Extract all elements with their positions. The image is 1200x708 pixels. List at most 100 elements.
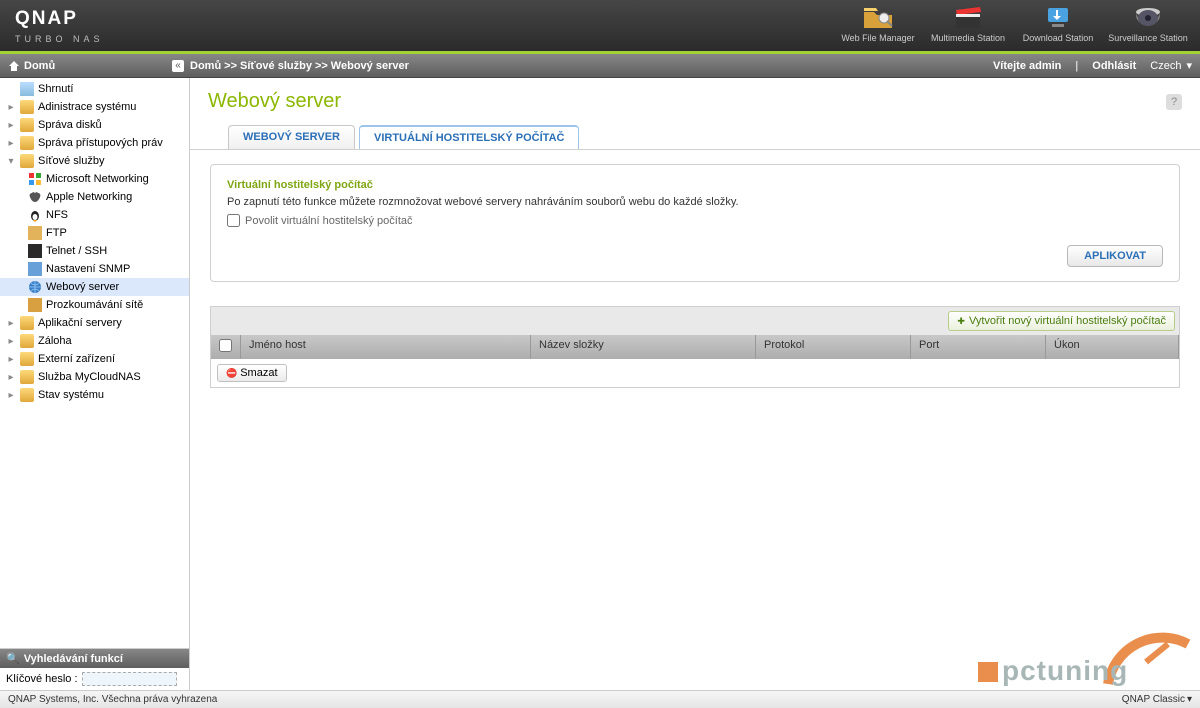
folder-open-icon (20, 154, 34, 168)
app-download[interactable]: Download Station (1014, 4, 1102, 43)
tab-virtual-host[interactable]: VIRTUÁLNÍ HOSTITELSKÝ POČÍTAČ (359, 125, 579, 149)
theme-label: QNAP Classic (1122, 694, 1185, 705)
vhost-table: Vytvořit nový virtuální hostitelský počí… (210, 306, 1180, 388)
watermark-logo: pctuning (958, 614, 1198, 694)
sidebar-item-access-rights[interactable]: ▸Správa přístupových práv (0, 134, 189, 152)
sidebar-item-disk-mgmt[interactable]: ▸Správa disků (0, 116, 189, 134)
sidebar-item-snmp[interactable]: Nastavení SNMP (0, 260, 189, 278)
language-label: Czech (1150, 60, 1181, 72)
folder-icon (20, 334, 34, 348)
brand-text: QNAP (15, 8, 104, 30)
sidebar-item-label: Shrnutí (38, 83, 73, 95)
breadcrumb-bar: Domů « Domů >> Síťové služby >> Webový s… (0, 54, 1200, 78)
folder-icon (20, 352, 34, 366)
logout-button[interactable]: Odhlásit (1092, 60, 1136, 72)
folder-icon (20, 370, 34, 384)
search-title: 🔍 Vyhledávání funkcí (0, 649, 189, 668)
enable-virtual-host-checkbox[interactable] (227, 214, 240, 227)
sidebar-item-apple-networking[interactable]: Apple Networking (0, 188, 189, 206)
sidebar-item-summary[interactable]: Shrnutí (0, 80, 189, 98)
svg-text:pctuning: pctuning (1002, 655, 1128, 686)
checkbox-label: Povolit virtuální hostitelský počítač (245, 215, 413, 227)
sidebar-item-external-devices[interactable]: ▸Externí zařízení (0, 350, 189, 368)
ftp-icon (28, 226, 42, 240)
sidebar-item-system-status[interactable]: ▸Stav systému (0, 386, 189, 404)
sidebar-item-label: Aplikační servery (38, 317, 122, 329)
app-surveillance[interactable]: Surveillance Station (1104, 4, 1192, 43)
sidebar-item-mycloudnas[interactable]: ▸Služba MyCloudNAS (0, 368, 189, 386)
app-label: Surveillance Station (1108, 33, 1188, 43)
select-all-checkbox[interactable] (219, 339, 232, 352)
page-title: Webový server (208, 90, 341, 113)
welcome-text: Vítejte admin (993, 60, 1061, 72)
sidebar-item-telnet-ssh[interactable]: Telnet / SSH (0, 242, 189, 260)
chevron-down-icon: ▾ (1186, 59, 1192, 72)
crumb-webserver[interactable]: Webový server (331, 60, 409, 72)
search-input[interactable] (82, 672, 177, 686)
sidebar-item-label: Stav systému (38, 389, 104, 401)
globe-icon (28, 280, 42, 294)
create-label: Vytvořit nový virtuální hostitelský počí… (969, 315, 1166, 327)
folder-icon (20, 100, 34, 114)
theme-selector[interactable]: QNAP Classic ▾ (1122, 694, 1192, 705)
panel-description: Po zapnutí této funkce můžete rozmnožova… (227, 196, 1163, 208)
create-vhost-button[interactable]: Vytvořit nový virtuální hostitelský počí… (948, 311, 1175, 331)
apple-icon (28, 190, 42, 204)
crumb-sep: >> (224, 60, 237, 72)
col-folder[interactable]: Název složky (531, 335, 756, 359)
folder-icon (20, 316, 34, 330)
sidebar-item-backup[interactable]: ▸Záloha (0, 332, 189, 350)
list-icon (20, 82, 34, 96)
search-icon: 🔍 (6, 652, 20, 665)
sidebar-item-label: Externí zařízení (38, 353, 115, 365)
search-label: Klíčové heslo : (6, 673, 78, 685)
sidebar-item-system-admin[interactable]: ▸Adinistrace systému (0, 98, 189, 116)
crumb-home[interactable]: Domů (190, 60, 221, 72)
brand-subtitle: TURBO NAS (15, 34, 104, 44)
search-panel: 🔍 Vyhledávání funkcí Klíčové heslo : (0, 648, 189, 690)
app-label: Multimedia Station (931, 33, 1005, 43)
app-web-file-manager[interactable]: Web File Manager (834, 4, 922, 43)
col-host[interactable]: Jméno host (241, 335, 531, 359)
sidebar-item-network-services[interactable]: ▾Síťové služby (0, 152, 189, 170)
sidebar-item-web-server[interactable]: Webový server (0, 278, 189, 296)
sidebar-item-label: Webový server (46, 281, 119, 293)
copyright: QNAP Systems, Inc. Všechna práva vyhraze… (8, 694, 217, 705)
app-multimedia[interactable]: Multimedia Station (924, 4, 1012, 43)
crumb-sep: >> (315, 60, 328, 72)
nav-tree: Shrnutí ▸Adinistrace systému ▸Správa dis… (0, 78, 189, 648)
app-label: Web File Manager (841, 33, 914, 43)
sidebar-item-ftp[interactable]: FTP (0, 224, 189, 242)
sidebar-item-app-servers[interactable]: ▸Aplikační servery (0, 314, 189, 332)
language-dropdown[interactable]: Czech ▾ (1150, 59, 1192, 72)
col-action[interactable]: Úkon (1046, 335, 1179, 359)
help-button[interactable]: ? (1166, 94, 1182, 110)
delete-button[interactable]: Smazat (217, 364, 287, 382)
sidebar-item-label: Služba MyCloudNAS (38, 371, 141, 383)
folder-search-icon (862, 4, 894, 30)
col-protocol[interactable]: Protokol (756, 335, 911, 359)
sidebar-item-label: NFS (46, 209, 68, 221)
folder-icon (20, 388, 34, 402)
app-label: Download Station (1023, 33, 1094, 43)
apply-button[interactable]: APLIKOVAT (1067, 245, 1163, 267)
home-icon (8, 60, 20, 72)
crumb-network[interactable]: Síťové služby (240, 60, 312, 72)
tab-web-server[interactable]: WEBOVÝ SERVER (228, 125, 355, 149)
home-label[interactable]: Domů (24, 60, 55, 72)
sidebar-item-ms-networking[interactable]: Microsoft Networking (0, 170, 189, 188)
sidebar-item-nfs[interactable]: NFS (0, 206, 189, 224)
virtual-host-panel: Virtuální hostitelský počítač Po zapnutí… (210, 164, 1180, 282)
folder-icon (20, 118, 34, 132)
sidebar: Shrnutí ▸Adinistrace systému ▸Správa dis… (0, 78, 190, 690)
sidebar-item-label: Záloha (38, 335, 72, 347)
collapse-sidebar-button[interactable]: « (172, 60, 184, 72)
sidebar-item-label: Apple Networking (46, 191, 132, 203)
clapper-icon (952, 4, 984, 30)
breadcrumb: Domů >> Síťové služby >> Webový server (190, 60, 993, 72)
sidebar-item-network-discovery[interactable]: Prozkoumávání sítě (0, 296, 189, 314)
col-port[interactable]: Port (911, 335, 1046, 359)
chevron-down-icon: ▾ (1187, 694, 1192, 705)
app-launcher: Web File Manager Multimedia Station Down… (834, 4, 1192, 43)
download-icon (1042, 4, 1074, 30)
